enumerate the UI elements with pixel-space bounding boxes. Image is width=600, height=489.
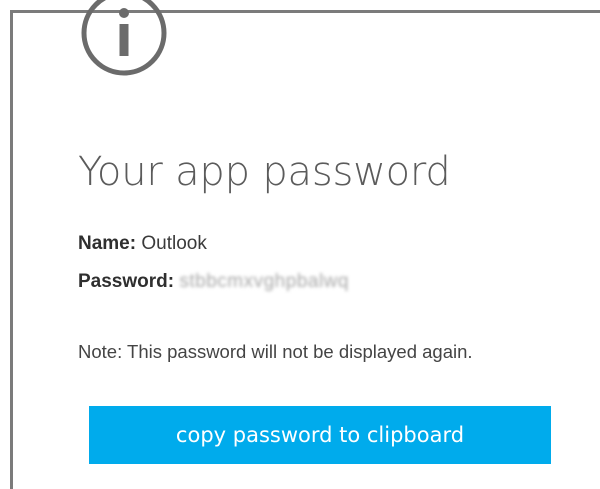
name-value: Outlook <box>141 233 207 254</box>
name-label: Name: <box>78 233 142 254</box>
dialog-title: Your app password <box>78 149 451 195</box>
info-icon <box>81 0 167 76</box>
app-password-dialog: Your app password Name: Outlook Password… <box>10 0 600 489</box>
password-note: Note: This password will not be displaye… <box>78 341 473 362</box>
name-row: Name: Outlook <box>78 231 207 257</box>
password-label: Password: <box>78 271 180 292</box>
copy-password-button[interactable]: copy password to clipboard <box>89 406 551 464</box>
password-value[interactable]: stbbcmxvghpbalwq <box>179 269 349 295</box>
password-row: Password: stbbcmxvghpbalwq <box>78 269 349 295</box>
